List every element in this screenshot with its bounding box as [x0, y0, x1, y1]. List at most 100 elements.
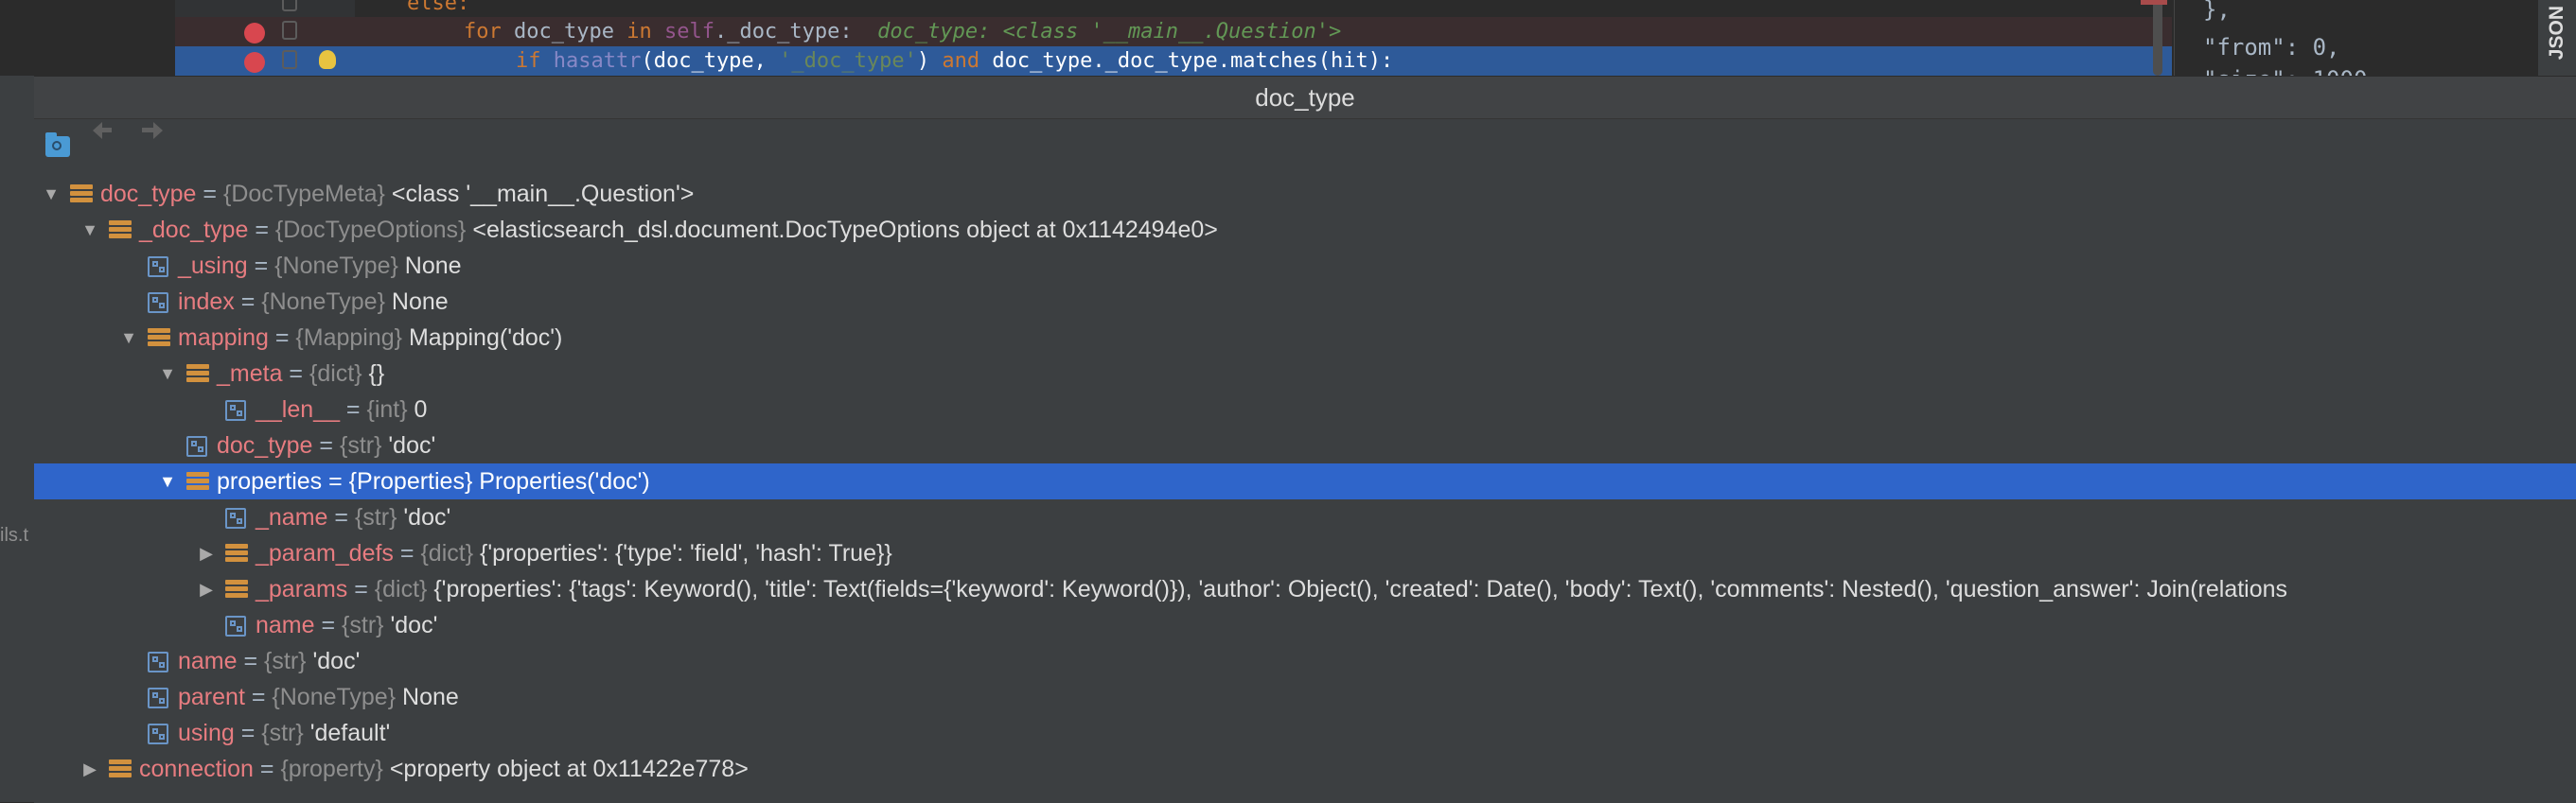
variable-value: None [391, 288, 449, 315]
variable-value: None [402, 684, 459, 710]
tree-row[interactable]: _name = {str} 'doc' [34, 499, 2576, 535]
tree-row[interactable]: ▼ properties = {Properties} Properties('d… [34, 463, 2576, 499]
variable-name: _param_defs [256, 540, 394, 567]
variable-inspector-popup[interactable]: doc_type ▼ doc_type = {DocTypeMeta} <clas… [34, 76, 2576, 803]
collapse-arrow-icon[interactable]: ▼ [119, 320, 138, 356]
equals-sign: = [327, 504, 355, 531]
equals-sign: = [244, 684, 273, 710]
variable-value: {'properties': {'type': 'field', 'hash':… [480, 540, 892, 567]
equals-sign: = [237, 648, 265, 674]
tree-row[interactable]: ▶ _params = {dict} {'properties': {'tags'… [34, 571, 2576, 607]
variable-type: {property} [280, 756, 383, 782]
code-token: doc_type._doc_type.matches(hit): [979, 49, 1394, 73]
variable-value: Mapping('doc') [408, 324, 563, 351]
tree-row[interactable]: __len__ = {int} 0 [34, 392, 2576, 428]
variable-type: {NoneType} [274, 253, 398, 279]
variable-value: 'default' [309, 720, 391, 746]
object-icon [225, 580, 248, 599]
variable-value: 'doc' [403, 504, 451, 531]
tree-row[interactable]: using = {str} 'default' [34, 715, 2576, 751]
variable-tree[interactable]: ▼ doc_type = {DocTypeMeta} <class '__main… [34, 176, 2576, 803]
json-line: }, [2203, 0, 2231, 23]
editor-scrollbar[interactable] [2153, 0, 2162, 76]
code-keyword-else: else: [407, 0, 470, 15]
expand-arrow-icon[interactable]: ▶ [197, 535, 216, 571]
object-icon [70, 184, 93, 203]
code-line-196[interactable]: 196 for doc_type in self._doc_type: doc_… [175, 17, 2172, 72]
tree-row[interactable]: ▼ doc_type = {DocTypeMeta} <class '__main… [34, 176, 2576, 212]
equals-sign: = [234, 288, 262, 315]
primitive-value-icon [148, 724, 168, 744]
lightbulb-icon[interactable] [319, 50, 336, 69]
tree-row[interactable]: parent = {NoneType} None [34, 679, 2576, 715]
object-icon [186, 472, 209, 491]
tree-row[interactable]: name = {str} 'doc' [34, 643, 2576, 679]
code-token: self [663, 20, 715, 44]
json-tab-label: JSON [2546, 6, 2567, 61]
variable-name: connection [139, 756, 254, 782]
primitive-value-icon [225, 616, 246, 637]
equals-sign: = [248, 217, 275, 243]
code-token: ._doc_type: [714, 20, 853, 44]
left-panel-strip: ils.t [0, 0, 34, 802]
variable-type: {Properties} [348, 468, 473, 495]
code-line-197[interactable]: 197 if hasattr(doc_type, '_doc_type') an… [175, 46, 2172, 101]
collapse-arrow-icon[interactable]: ▼ [42, 176, 61, 212]
code-token: for [464, 20, 502, 44]
code-token: in [626, 20, 652, 44]
variable-name: _using [178, 253, 248, 279]
variable-value: <class '__main__.Question'> [391, 181, 695, 207]
json-response-pane[interactable]: }, "from": 0, "size": 1000 [2174, 0, 2539, 93]
collapse-arrow-icon[interactable]: ▼ [158, 463, 177, 499]
variable-name: __len__ [256, 396, 340, 423]
expand-arrow-icon[interactable]: ▶ [197, 571, 216, 607]
variable-name: _doc_type [139, 217, 249, 243]
object-icon [148, 328, 170, 347]
forward-arrow-icon[interactable] [142, 121, 163, 140]
equals-sign: = [312, 432, 340, 459]
variable-type: {str} [264, 648, 307, 674]
equals-sign: = [253, 756, 281, 782]
primitive-value-icon [148, 688, 168, 708]
fold-marker-icon[interactable] [282, 0, 297, 11]
error-stripe-marker[interactable] [2141, 0, 2167, 5]
collapse-arrow-icon[interactable]: ▼ [158, 356, 177, 392]
primitive-value-icon [148, 652, 168, 672]
expand-arrow-icon[interactable]: ▶ [80, 751, 99, 787]
variable-type: {int} [366, 396, 408, 423]
variable-type: {str} [354, 504, 397, 531]
tree-row[interactable]: ▼ _doc_type = {DocTypeOptions} <elasticse… [34, 212, 2576, 248]
code-line-195[interactable]: 195 else: [175, 0, 2172, 44]
variable-value: None [404, 253, 462, 279]
primitive-value-icon [225, 400, 246, 421]
variable-type: {dict} [420, 540, 474, 567]
tree-row[interactable]: ▶ connection = {property} <property objec… [34, 751, 2576, 787]
object-icon [186, 364, 209, 383]
tree-row[interactable]: doc_type = {str} 'doc' [34, 428, 2576, 463]
equals-sign: = [393, 540, 421, 567]
variable-value: {'properties': {'tags': Keyword(), 'titl… [433, 576, 2288, 602]
variable-name: name [256, 612, 315, 638]
tree-row[interactable]: ▼ _meta = {dict} {} [34, 356, 2576, 392]
variable-type: {dict} [374, 576, 428, 602]
code-token: (doc_type, [641, 49, 780, 73]
breakpoint-icon[interactable] [244, 23, 265, 44]
fold-marker-icon[interactable] [282, 50, 297, 69]
variable-value: Properties('doc') [479, 468, 650, 495]
code-token: '_doc_type' [779, 49, 917, 73]
primitive-value-icon [148, 292, 168, 313]
inspect-icon[interactable] [45, 132, 72, 157]
fold-marker-icon[interactable] [282, 21, 297, 40]
tree-row[interactable]: ▼ mapping = {Mapping} Mapping('doc') [34, 320, 2576, 356]
popup-title: doc_type [34, 77, 2576, 119]
left-panel-fragment: ils.t [0, 525, 28, 546]
back-arrow-icon[interactable] [93, 121, 112, 140]
tree-row[interactable]: name = {str} 'doc' [34, 607, 2576, 643]
collapse-arrow-icon[interactable]: ▼ [80, 212, 99, 248]
tree-row[interactable]: index = {NoneType} None [34, 284, 2576, 320]
json-tool-tab[interactable]: JSON [2538, 0, 2576, 76]
tree-row[interactable]: _using = {NoneType} None [34, 248, 2576, 284]
equals-sign: = [247, 253, 275, 279]
breakpoint-icon[interactable] [244, 52, 265, 73]
tree-row[interactable]: ▶ _param_defs = {dict} {'properties': {'t… [34, 535, 2576, 571]
